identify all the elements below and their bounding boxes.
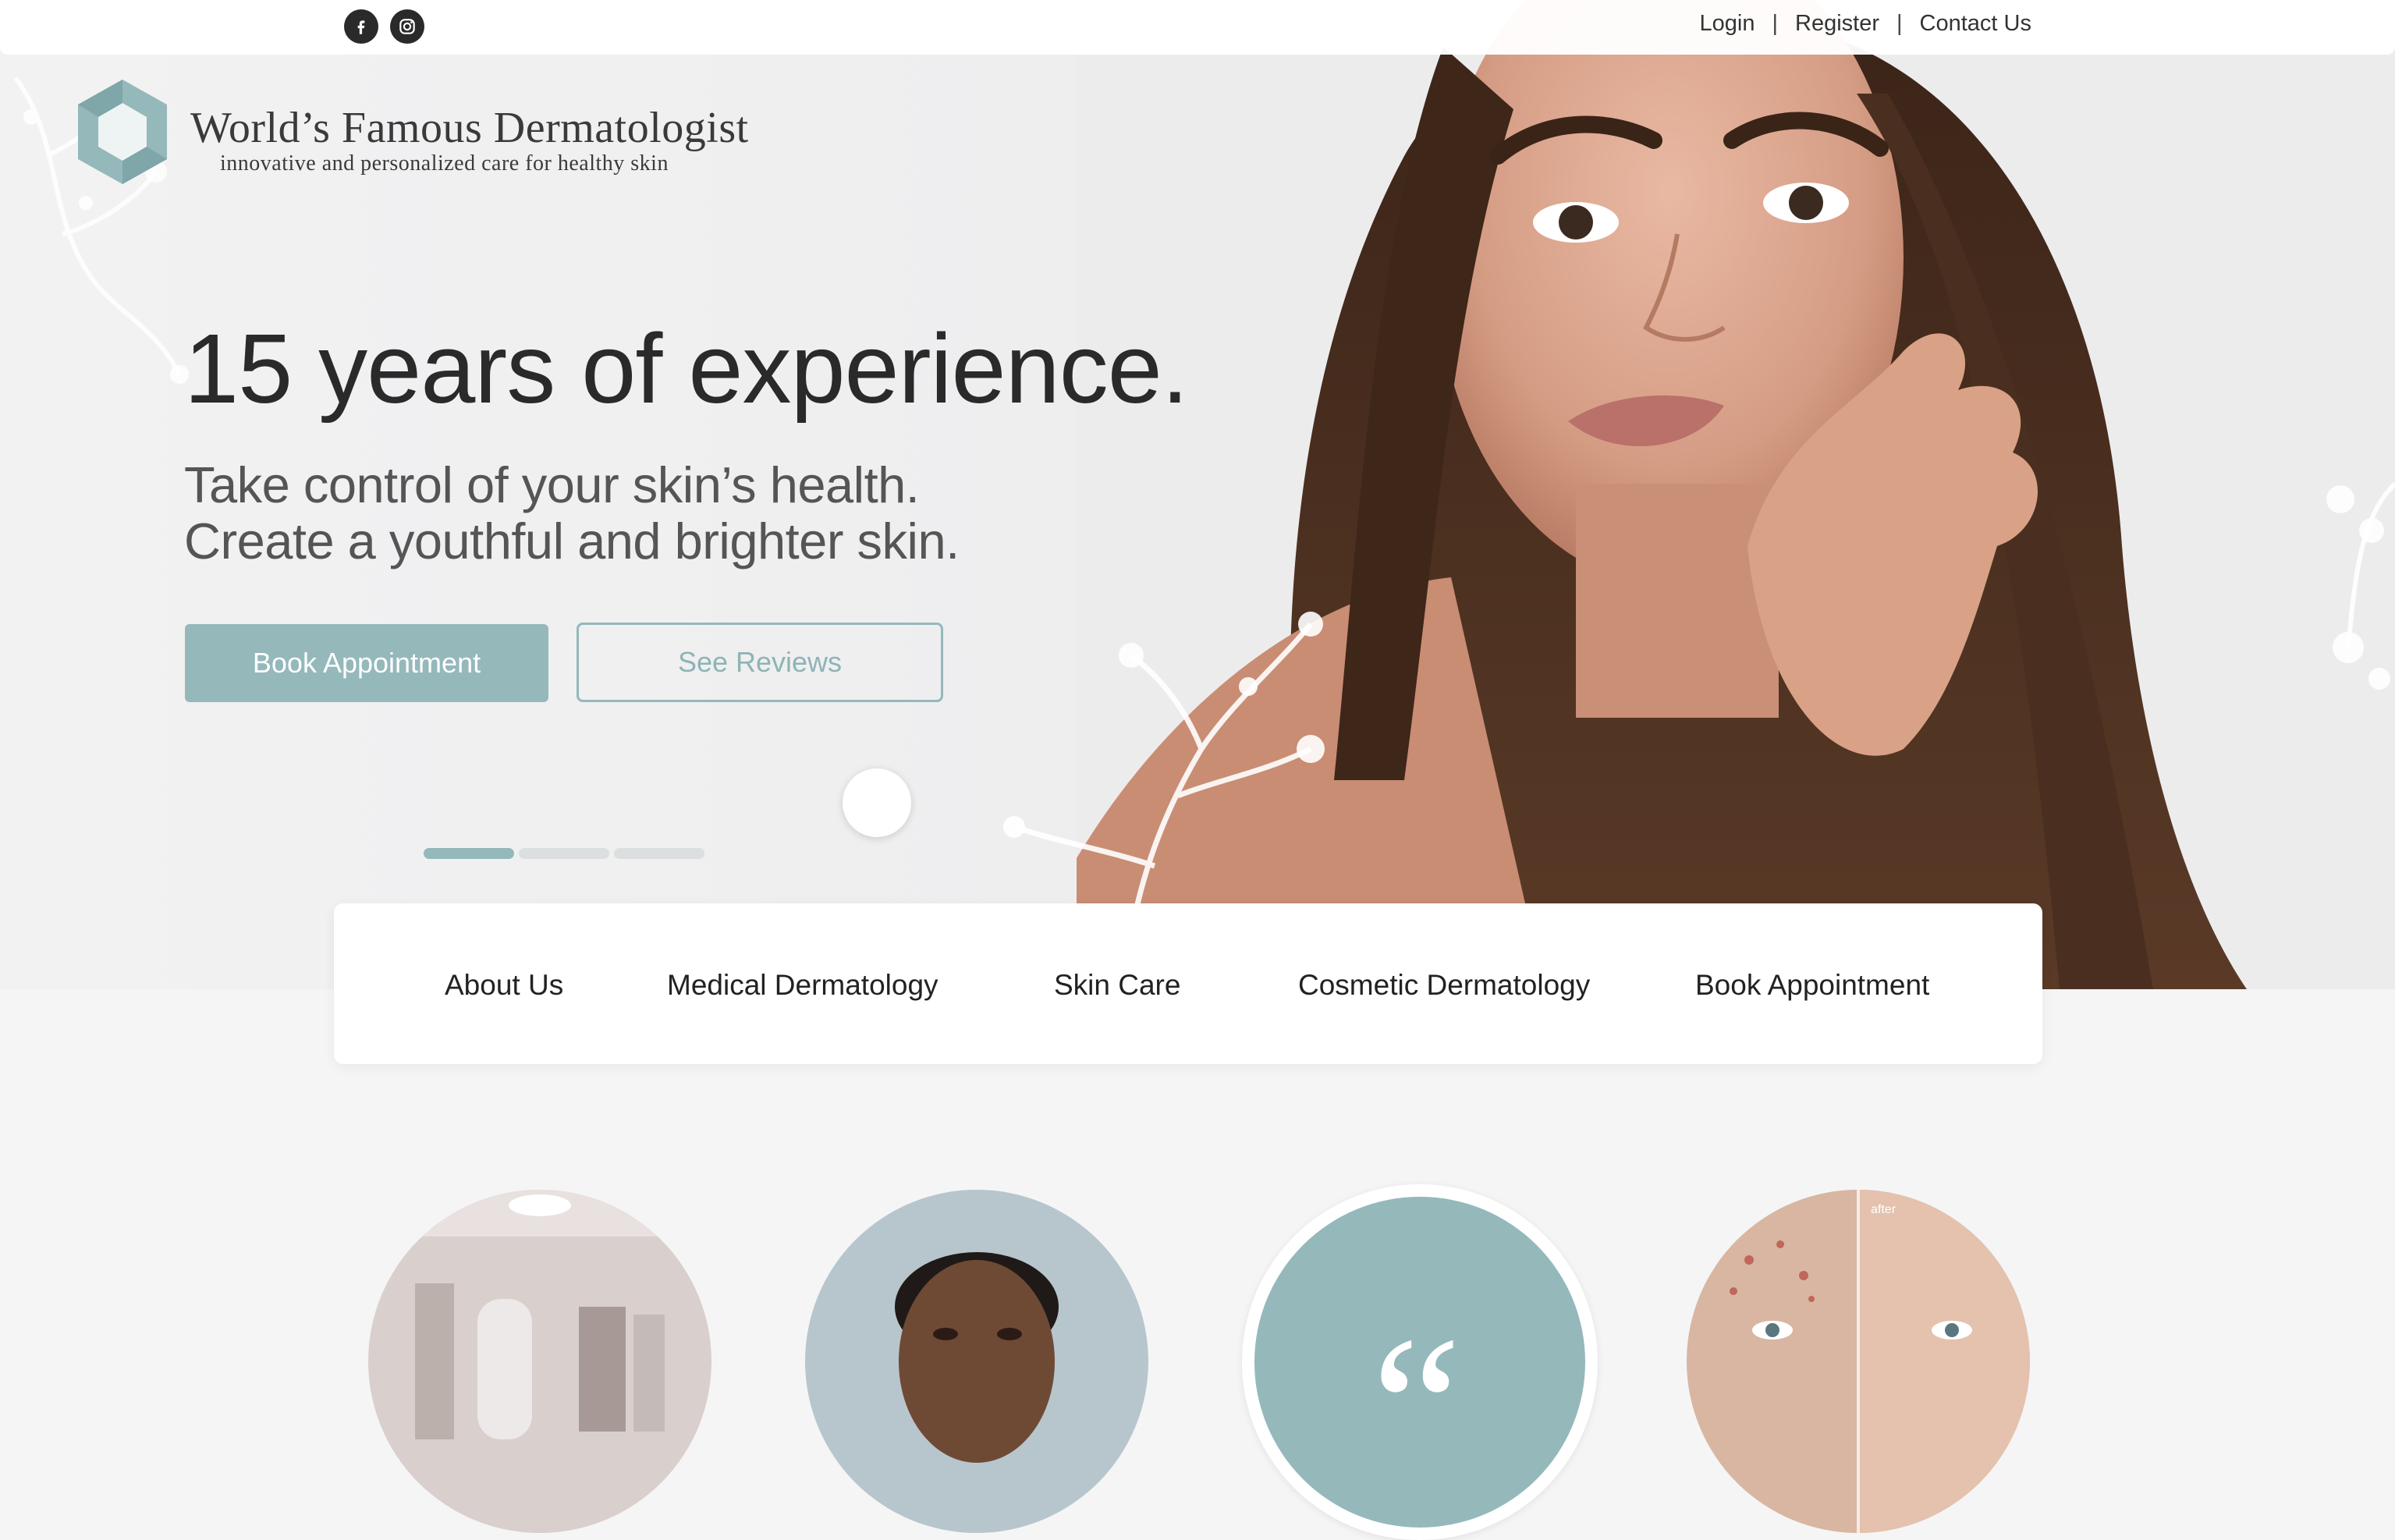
nav-item-medical-dermatology[interactable]: Medical Dermatology [667, 969, 938, 1002]
nav-item-book-appointment[interactable]: Book Appointment [1695, 969, 1929, 1002]
testimonial-quote-badge[interactable]: “ [1242, 1184, 1598, 1540]
hero-portrait-image [1077, 0, 2395, 989]
register-link[interactable]: Register [1795, 11, 1879, 37]
separator: | [1772, 11, 1778, 36]
clinic-interior-image[interactable] [368, 1190, 711, 1533]
hero-subheadline-line-1: Take control of your skin’s health. [184, 456, 920, 513]
contact-us-link[interactable]: Contact Us [1920, 11, 2031, 37]
doctor-portrait-image[interactable] [805, 1190, 1148, 1533]
after-label: after [1871, 1203, 1896, 1216]
carousel-indicators [424, 848, 704, 859]
main-navigation: About Us Medical Dermatology Skin Care C… [334, 903, 2042, 1064]
see-reviews-button[interactable]: See Reviews [577, 623, 943, 702]
hero-subheadline: Take control of your skin’s health. Crea… [184, 457, 960, 570]
nav-item-about-us[interactable]: About Us [445, 969, 563, 1002]
nav-item-skin-care[interactable]: Skin Care [1054, 969, 1180, 1002]
book-appointment-button[interactable]: Book Appointment [185, 624, 548, 702]
separator: | [1896, 11, 1903, 36]
before-after-image[interactable]: after [1687, 1190, 2030, 1533]
hero-section: World’s Famous Dermatologist innovative … [0, 0, 2395, 989]
instagram-icon[interactable] [390, 9, 424, 44]
brand-name: World’s Famous Dermatologist [190, 104, 749, 152]
logo-hexagon-icon [78, 80, 167, 184]
slider-handle[interactable] [843, 768, 911, 837]
quote-icon: “ [1371, 1295, 1462, 1520]
carousel-dot-2[interactable] [519, 848, 609, 859]
login-link[interactable]: Login [1699, 11, 1755, 37]
facebook-icon[interactable] [344, 9, 378, 44]
brand-tagline: innovative and personalized care for hea… [220, 151, 669, 176]
hero-subheadline-line-2: Create a youthful and brighter skin. [184, 513, 960, 570]
nav-item-cosmetic-dermatology[interactable]: Cosmetic Dermatology [1298, 969, 1590, 1002]
account-links: Login | Register | Contact Us [1699, 11, 2031, 37]
carousel-dot-3[interactable] [614, 848, 704, 859]
hero-headline: 15 years of experience. [184, 314, 1189, 424]
quote-circle: “ [1254, 1197, 1585, 1528]
carousel-dot-1[interactable] [424, 848, 514, 859]
top-bar: Login | Register | Contact Us [0, 0, 2395, 55]
